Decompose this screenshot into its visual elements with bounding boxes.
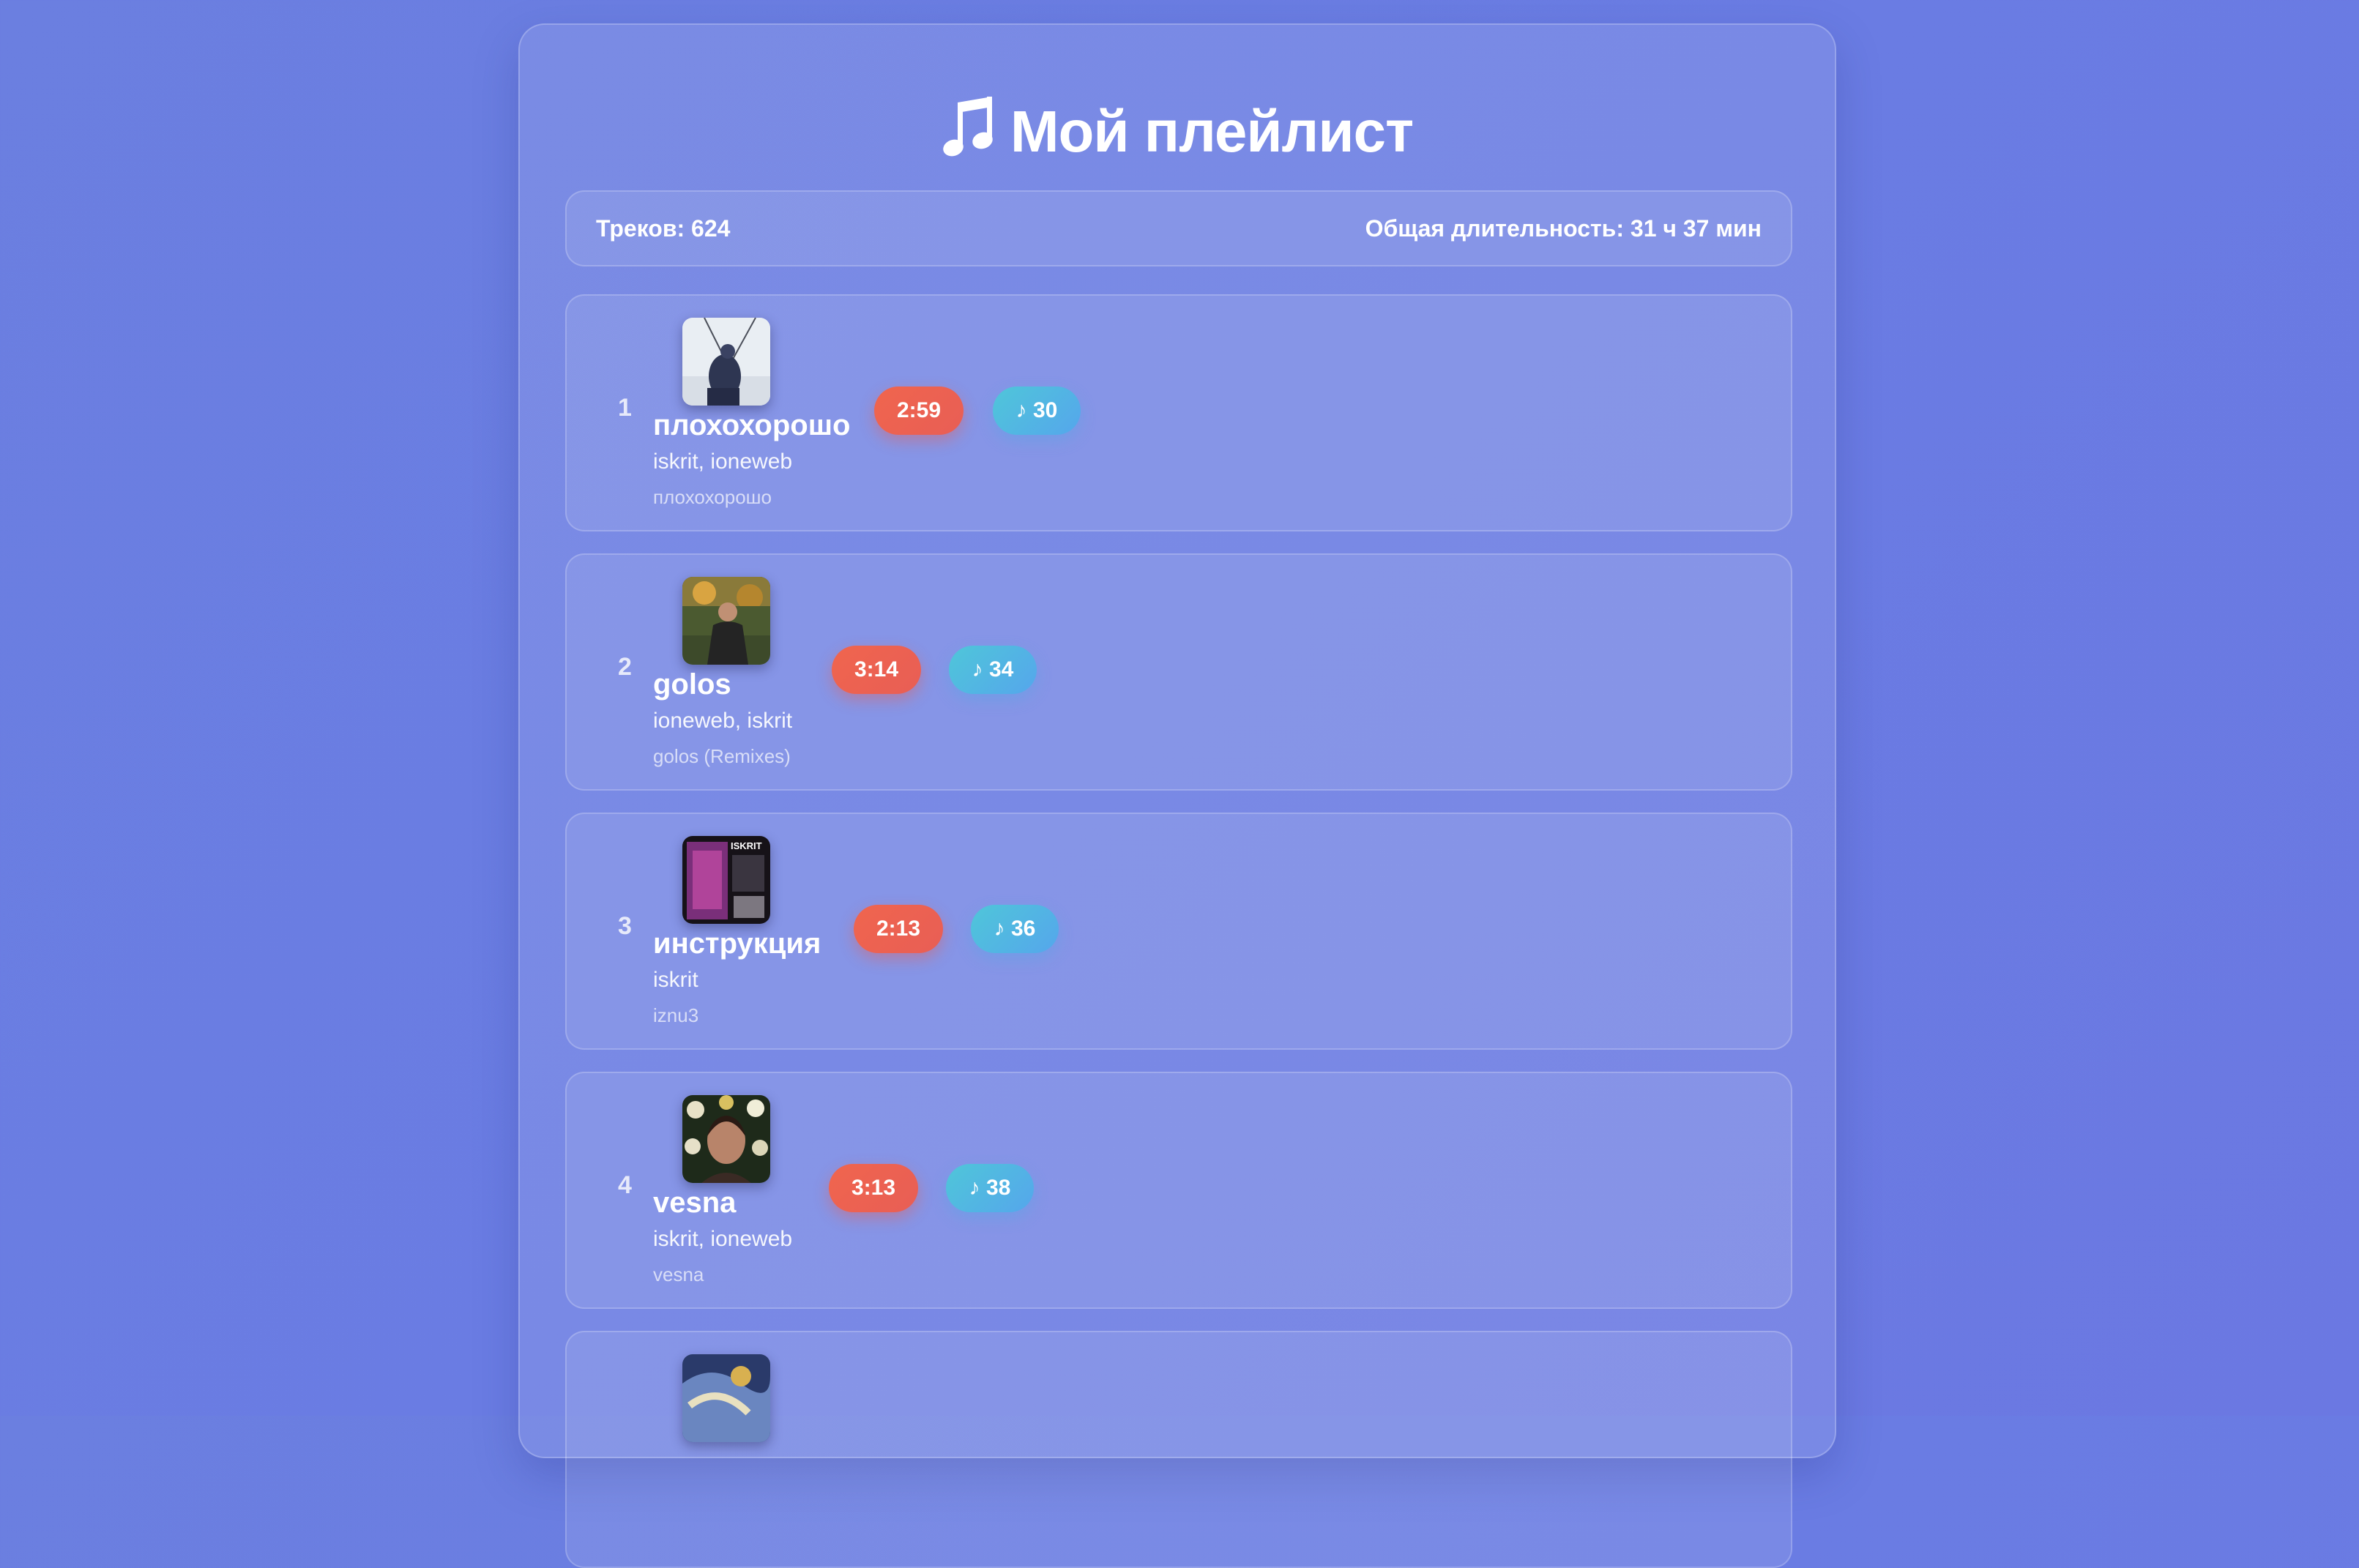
track-album: iznu3 (653, 1004, 699, 1026)
track-title: инструкция (653, 927, 821, 960)
track-title: плохохорошо (653, 409, 851, 441)
track-number: 1 (618, 394, 632, 422)
album-cover (682, 1354, 770, 1442)
page-title: Мой плейлист (520, 95, 1835, 176)
total-duration: Общая длительность: 31 ч 37 мин (1365, 215, 1762, 242)
duration-badge: 2:13 (854, 905, 943, 953)
track-album: плохохорошо (653, 486, 772, 508)
album-cover (682, 318, 770, 406)
album-cover (682, 1095, 770, 1183)
track-artists: ioneweb, iskrit (653, 709, 793, 733)
track-artists: iskrit, ioneweb (653, 1227, 793, 1251)
music-note-icon (942, 95, 997, 176)
track-artists: iskrit (653, 968, 698, 992)
track-item[interactable]: 4 vesna iskrit, ioneweb vesna 3:13 ♪ 38 (565, 1072, 1792, 1309)
track-title: vesna (653, 1187, 737, 1219)
duration-badge: 3:13 (829, 1164, 918, 1212)
cover-text: ISKRIT (731, 840, 762, 851)
track-artists: iskrit, ioneweb (653, 449, 793, 474)
track-item[interactable]: 3 ISKRIT инструкция iskrit iznu3 2:13 ♪ … (565, 813, 1792, 1050)
page-title-text: Мой плейлист (1010, 99, 1414, 164)
duration-badge: 3:14 (832, 646, 921, 694)
track-count: Треков: 624 (596, 215, 731, 242)
track-item[interactable]: 1 плохохорошо iskrit, ioneweb плохохорош… (565, 294, 1792, 531)
count-badge: ♪ 30 (993, 387, 1081, 435)
track-number: 3 (618, 912, 632, 940)
track-album: vesna (653, 1263, 704, 1285)
track-item[interactable]: 2 golos ioneweb, iskrit golos (Remixes) … (565, 553, 1792, 791)
duration-badge: 2:59 (874, 387, 964, 435)
track-number: 4 (618, 1171, 632, 1199)
playlist-stats-bar: Треков: 624 Общая длительность: 31 ч 37 … (565, 190, 1792, 266)
count-badge: ♪ 38 (946, 1164, 1034, 1212)
track-album: golos (Remixes) (653, 745, 791, 767)
track-title: golos (653, 668, 731, 701)
playlist-panel: Мой плейлист Треков: 624 Общая длительно… (518, 23, 1836, 1568)
count-badge: ♪ 34 (949, 646, 1037, 694)
track-item[interactable] (565, 1331, 1792, 1568)
track-number: 2 (618, 653, 632, 681)
album-cover (682, 577, 770, 665)
count-badge: ♪ 36 (971, 905, 1059, 953)
album-cover: ISKRIT (682, 836, 770, 924)
